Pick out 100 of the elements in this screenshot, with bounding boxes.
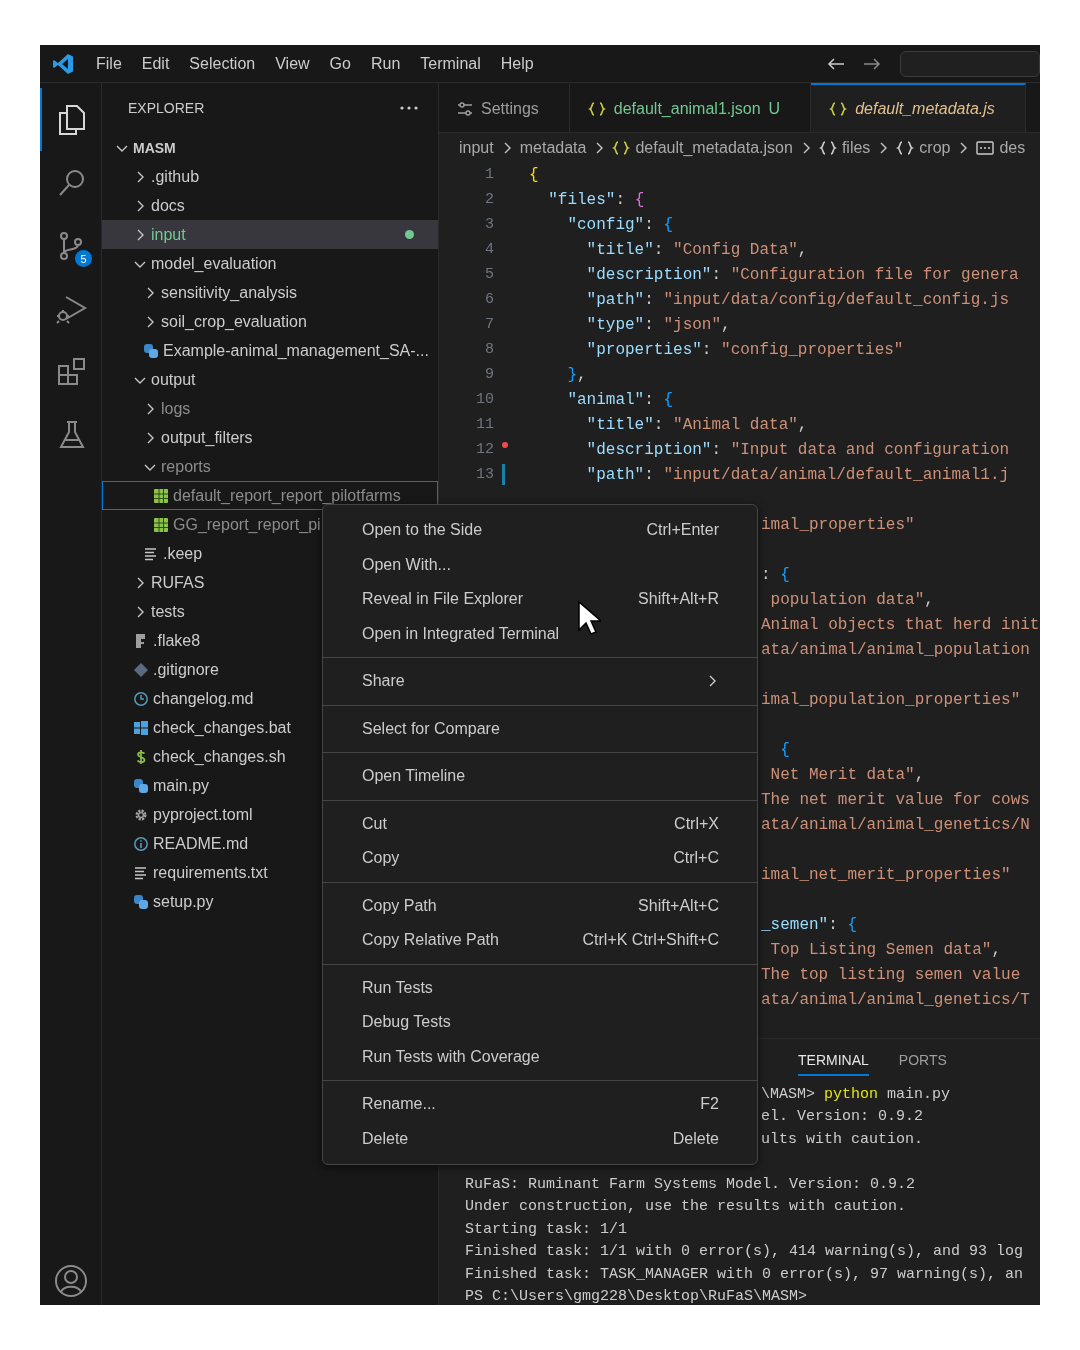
menu-item[interactable]: Reveal in File Explorer Shift+Alt+R bbox=[323, 582, 757, 617]
menu-item[interactable]: Rename... F2 bbox=[323, 1087, 757, 1122]
tree-item[interactable]: soil_crop_evaluation bbox=[102, 307, 438, 336]
line-number: 10 bbox=[475, 391, 494, 408]
menu-item[interactable]: Selection bbox=[179, 51, 266, 76]
tree-item[interactable]: sensitivity_analysis bbox=[102, 278, 438, 307]
code-text: ata/animal/animal_genetics/T bbox=[761, 990, 1030, 1009]
files-icon bbox=[57, 103, 87, 136]
line-number: 5 bbox=[484, 266, 494, 283]
code-text: imal_net_merit_properties" bbox=[761, 865, 1011, 884]
editor-tab[interactable]: default_metadata.js bbox=[811, 83, 1026, 132]
tree-item[interactable]: logs bbox=[102, 394, 438, 423]
code-text: "description": "Configuration file for genera bbox=[585, 265, 1019, 284]
menu-item[interactable]: Copy Ctrl+C bbox=[323, 841, 757, 876]
info-icon bbox=[133, 835, 149, 852]
tree-item[interactable]: .github bbox=[102, 162, 438, 191]
activity-bar-item[interactable]: 5 bbox=[40, 214, 102, 277]
code-text: "properties": "config_properties" bbox=[585, 340, 904, 359]
line-number: 12 bbox=[475, 441, 494, 458]
tree-item[interactable]: output bbox=[102, 365, 438, 394]
panel-tab[interactable]: PORTS bbox=[898, 1046, 947, 1076]
code-text: ata/animal/animal_population bbox=[761, 640, 1030, 659]
mouse-pointer-icon bbox=[577, 600, 601, 636]
menu-item[interactable]: Open With... bbox=[323, 547, 757, 582]
code-text: "path": "input/data/animal/default_animal1.j bbox=[585, 465, 1010, 484]
terminal-line: Finished task: TASK_MANAGER with 0 error(s), 97 warning(s), an bbox=[465, 1265, 1024, 1283]
menu-item[interactable]: Cut Ctrl+X bbox=[323, 806, 757, 841]
terminal-line: RuFaS: Ruminant Farm Systems Model. Version: 0.9.2 bbox=[465, 1175, 916, 1193]
run-debug-icon bbox=[56, 293, 88, 324]
line-number: 8 bbox=[484, 341, 494, 358]
menu-item[interactable]: Copy Relative Path Ctrl+K Ctrl+Shift+C bbox=[323, 923, 757, 958]
menu-item[interactable]: Run bbox=[360, 51, 411, 76]
app-logo-icon bbox=[52, 52, 74, 75]
code-text: }, bbox=[566, 365, 587, 384]
line-number: 11 bbox=[475, 416, 494, 433]
tree-item[interactable]: input bbox=[102, 220, 438, 249]
menu-item[interactable]: Open Timeline bbox=[323, 759, 757, 794]
count-badge: 5 bbox=[75, 250, 92, 267]
terminal-line: PS C:\Users\gmg228\Desktop\RuFaS\MASM> bbox=[465, 1288, 808, 1305]
code-text: "type": "json", bbox=[585, 315, 731, 334]
menu-item[interactable]: Edit bbox=[131, 51, 180, 76]
menu-item[interactable]: View bbox=[265, 51, 320, 76]
menu-item[interactable]: File bbox=[86, 51, 132, 76]
tree-item[interactable]: Example-animal_management_SA-... bbox=[102, 336, 438, 365]
line-number: 3 bbox=[484, 216, 494, 233]
account-icon bbox=[53, 1264, 88, 1298]
code-text: The net merit value for cows bbox=[761, 790, 1030, 809]
tree-item[interactable]: output_filters bbox=[102, 423, 438, 452]
search-icon bbox=[57, 167, 87, 198]
editor-tab[interactable]: Settings bbox=[439, 83, 570, 132]
breadcrumb-item[interactable]: input bbox=[459, 138, 494, 157]
code-text: _semen": { bbox=[761, 915, 858, 934]
tree-item[interactable]: default_report_report_pilotfarms bbox=[102, 481, 438, 510]
line-number: 9 bbox=[484, 366, 494, 383]
tree-item[interactable]: reports bbox=[102, 452, 438, 481]
tree-item[interactable]: docs bbox=[102, 191, 438, 220]
tree-item[interactable]: model_evaluation bbox=[102, 249, 438, 278]
menu-item[interactable]: Open to the Side Ctrl+Enter bbox=[323, 513, 757, 548]
lines-icon bbox=[133, 864, 149, 881]
menu-item[interactable]: Delete Delete bbox=[323, 1121, 757, 1156]
braces-icon bbox=[612, 139, 631, 156]
line-number: 7 bbox=[484, 316, 494, 333]
menu-item[interactable]: Debug Tests bbox=[323, 1005, 757, 1040]
code-text: { bbox=[779, 740, 790, 759]
diamond-icon bbox=[133, 661, 149, 678]
terminal-line: Finished task: 1/1 with 0 error(s), 414 warning(s), and 93 log bbox=[465, 1243, 1024, 1261]
menu-item[interactable]: Run Tests with Coverage bbox=[323, 1039, 757, 1074]
breadcrumb-item[interactable]: crop bbox=[896, 138, 951, 157]
python-file-icon bbox=[133, 893, 149, 910]
breadcrumb-item[interactable]: metadata bbox=[519, 138, 587, 157]
lines-icon bbox=[143, 545, 159, 562]
menu-item[interactable]: Help bbox=[490, 51, 544, 76]
menu-item[interactable]: Open in Integrated Terminal bbox=[323, 616, 757, 651]
braces-icon bbox=[829, 100, 848, 117]
menu-item[interactable]: Run Tests bbox=[323, 970, 757, 1005]
braces-icon bbox=[896, 139, 915, 156]
code-text: population data", bbox=[769, 590, 934, 609]
terminal-line: el. Version: 0.9.2 bbox=[761, 1108, 924, 1126]
breadcrumb-item[interactable]: des bbox=[976, 138, 1026, 157]
workspace-folder[interactable]: MASM bbox=[102, 133, 438, 162]
code-text: "animal": { bbox=[566, 390, 674, 409]
breadcrumb-item[interactable]: files bbox=[818, 138, 871, 157]
menu-item[interactable]: Select for Compare bbox=[323, 711, 757, 746]
table-icon bbox=[153, 487, 169, 504]
more-icon bbox=[400, 106, 418, 110]
menu-item[interactable]: Share bbox=[323, 664, 757, 699]
menu-item[interactable]: Terminal bbox=[410, 51, 491, 76]
code-text: "description": "Input data and configuration bbox=[585, 440, 1010, 459]
terminal-line: ults with caution. bbox=[761, 1130, 924, 1148]
terminal-line: Starting task: 1/1 bbox=[465, 1220, 628, 1238]
menu-item[interactable]: Go bbox=[319, 51, 361, 76]
forward-arrow-icon bbox=[862, 55, 882, 72]
code-text: "path": "input/data/config/default_config.js bbox=[585, 290, 1010, 309]
search-field[interactable] bbox=[900, 50, 1040, 77]
breadcrumb-item[interactable]: default_metadata.json bbox=[612, 138, 793, 157]
panel-tab[interactable]: TERMINAL bbox=[798, 1046, 869, 1076]
sliders-icon bbox=[457, 100, 473, 117]
menu-item[interactable]: Copy Path Shift+Alt+C bbox=[323, 888, 757, 923]
terminal-line: \MASM> python main.py bbox=[761, 1085, 951, 1103]
code-text: Top Listing Semen data", bbox=[769, 940, 1002, 959]
